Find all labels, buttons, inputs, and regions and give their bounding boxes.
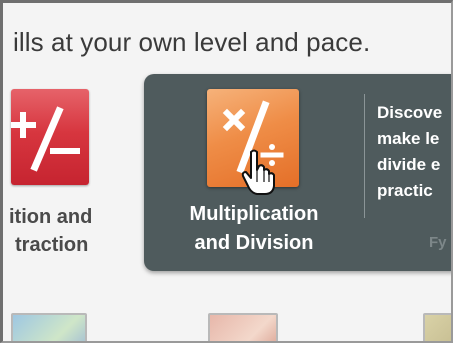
hand-pointer-icon — [241, 149, 275, 195]
multiplication-division-card[interactable]: Multiplication and Division Discove make… — [144, 74, 451, 271]
desc-line-1: Discove — [377, 103, 443, 122]
card-title-line1: Multiplication — [189, 203, 319, 225]
card-description: Discove make le divide e practic — [377, 100, 451, 204]
desc-line-3: divide e — [377, 155, 441, 174]
page-tagline: ills at your own level and pace. — [13, 27, 371, 57]
desc-line-4: practic — [377, 181, 433, 200]
card-divider — [364, 94, 365, 218]
card-faded-text: Fy — [429, 234, 447, 251]
screen-frame: ills at your own level and pace. ition a… — [0, 0, 453, 343]
thumbnail-1[interactable] — [11, 313, 87, 341]
add-subtract-tile[interactable] — [10, 89, 89, 185]
card-title-line2: and Division — [194, 232, 314, 254]
add-subtract-label-line2: traction — [15, 234, 89, 256]
thumbnail-2[interactable] — [208, 313, 278, 341]
desc-line-2: make le — [377, 129, 440, 148]
card-title: Multiplication and Division — [164, 200, 344, 258]
add-subtract-icon — [10, 106, 80, 172]
add-subtract-label[interactable]: ition and traction — [9, 203, 149, 259]
add-subtract-label-line1: ition and — [9, 206, 93, 228]
thumbnail-3[interactable] — [423, 313, 451, 341]
